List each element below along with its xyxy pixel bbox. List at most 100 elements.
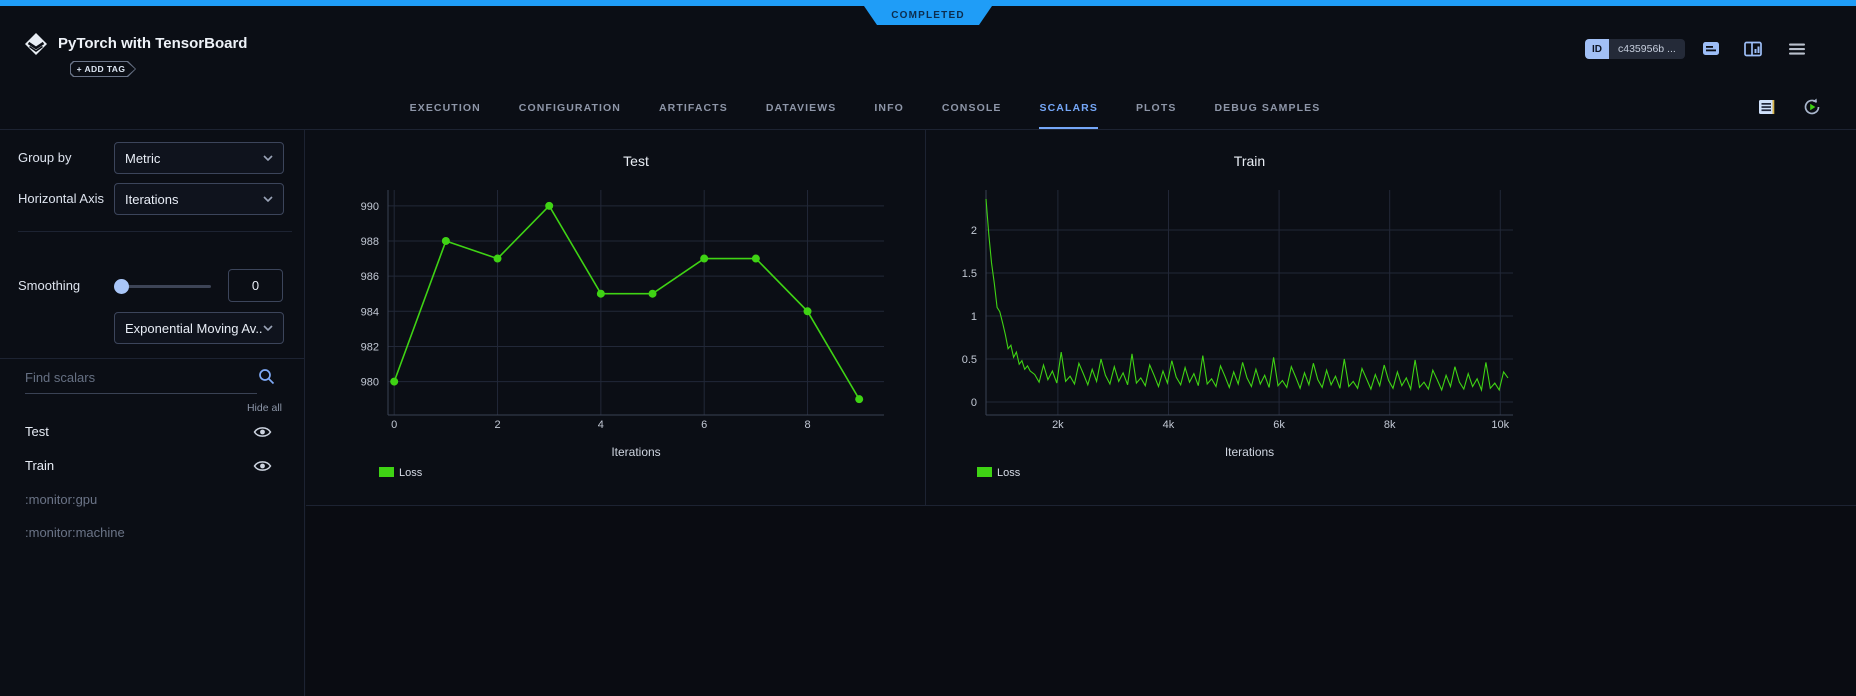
tab-artifacts[interactable]: ARTIFACTS — [659, 86, 728, 129]
x-tick-label: 10k — [1491, 419, 1509, 431]
metric-row-monitor-machine[interactable]: :monitor:machine — [0, 522, 304, 546]
metric-label: :monitor:gpu — [25, 492, 97, 507]
horizontal-axis-label: Horizontal Axis — [18, 191, 104, 206]
app-logo-icon — [24, 32, 48, 56]
data-point[interactable] — [442, 237, 450, 245]
hide-all-button[interactable]: Hide all — [247, 402, 282, 414]
data-point[interactable] — [752, 255, 760, 263]
x-tick-label: 2k — [1052, 419, 1064, 431]
tab-plots[interactable]: PLOTS — [1136, 86, 1177, 129]
sidebar-divider — [0, 358, 304, 359]
chevron-down-icon — [263, 196, 273, 202]
y-tick-label: 980 — [361, 377, 379, 389]
legend-swatch[interactable] — [379, 467, 394, 477]
id-chip-value: c435956b ... — [1609, 39, 1685, 59]
smoothing-label: Smoothing — [18, 278, 80, 293]
legend-label[interactable]: Loss — [997, 467, 1021, 479]
x-tick-label: 4 — [598, 419, 604, 431]
chevron-down-icon — [263, 325, 273, 331]
tab-execution[interactable]: EXECUTION — [410, 86, 481, 129]
data-point[interactable] — [804, 307, 812, 315]
data-point[interactable] — [597, 290, 605, 298]
horizontal-axis-dropdown[interactable]: Iterations — [114, 183, 284, 215]
app-window: COMPLETED PyTorch with TensorBoard + ADD… — [0, 0, 1856, 696]
horizontal-axis-value: Iterations — [125, 192, 263, 207]
metric-label: :monitor:machine — [25, 525, 125, 540]
top-accent-bar — [0, 0, 1856, 6]
data-point[interactable] — [649, 290, 657, 298]
metric-label: Test — [25, 424, 49, 439]
y-tick-label: 1 — [971, 311, 977, 323]
loss-line — [394, 206, 859, 399]
sidebar-divider — [18, 231, 292, 232]
scalars-sidebar: Group by Metric Horizontal Axis Iteratio… — [0, 130, 305, 696]
y-tick-label: 0.5 — [962, 354, 977, 366]
x-axis-label: Iterations — [611, 445, 660, 459]
tab-scalars[interactable]: SCALARS — [1039, 86, 1097, 129]
eye-icon[interactable] — [253, 425, 272, 439]
metric-label: Train — [25, 458, 54, 473]
x-axis-label: Iterations — [1225, 445, 1274, 459]
eye-icon[interactable] — [253, 459, 272, 473]
chevron-down-icon — [263, 155, 273, 161]
y-tick-label: 984 — [361, 306, 379, 318]
details-panel-icon[interactable] — [1742, 38, 1764, 60]
refresh-icon[interactable] — [1802, 97, 1822, 117]
metric-row-test[interactable]: Test — [0, 421, 304, 445]
group-by-value: Metric — [125, 151, 263, 166]
train-chart[interactable]: 0 0.5 1 1.5 2 2k 4k 6k 8k 10k Train Iterations Loss — [926, 130, 1856, 505]
smoothing-type-dropdown[interactable]: Exponential Moving Av... — [114, 312, 284, 344]
chart-title: Test — [623, 153, 649, 169]
test-chart[interactable]: 98098298498698899002468TestIterationsLos… — [306, 130, 925, 505]
status-ribbon: COMPLETED — [864, 6, 992, 25]
id-chip-label: ID — [1585, 39, 1609, 59]
menu-icon[interactable] — [1786, 38, 1808, 60]
data-point[interactable] — [494, 255, 502, 263]
y-tick-label: 0 — [971, 397, 977, 409]
tabs-group: EXECUTION CONFIGURATION ARTIFACTS DATAVI… — [305, 86, 1425, 129]
x-tick-label: 0 — [391, 419, 397, 431]
comments-icon[interactable] — [1700, 38, 1722, 60]
x-tick-label: 8 — [804, 419, 810, 431]
legend-swatch[interactable] — [977, 467, 992, 477]
tab-debug-samples[interactable]: DEBUG SAMPLES — [1214, 86, 1320, 129]
y-tick-label: 982 — [361, 341, 379, 353]
smoothing-type-value: Exponential Moving Av... — [125, 321, 263, 336]
data-point[interactable] — [390, 378, 398, 386]
id-chip[interactable]: ID c435956b ... — [1585, 39, 1685, 59]
metric-row-monitor-gpu[interactable]: :monitor:gpu — [0, 489, 304, 513]
tab-configuration[interactable]: CONFIGURATION — [519, 86, 621, 129]
x-tick-label: 6 — [701, 419, 707, 431]
smoothing-slider[interactable] — [116, 285, 211, 288]
chart-title: Train — [1234, 153, 1265, 169]
empty-area — [306, 506, 1856, 696]
search-input[interactable] — [25, 366, 257, 394]
smoothing-value-input[interactable] — [228, 269, 283, 302]
y-tick-label: 986 — [361, 271, 379, 283]
x-tick-label: 6k — [1273, 419, 1285, 431]
status-text: COMPLETED — [891, 10, 965, 21]
metric-row-train[interactable]: Train — [0, 455, 304, 479]
add-tag-label: + ADD TAG — [77, 64, 130, 74]
y-tick-label: 990 — [361, 201, 379, 213]
group-by-label: Group by — [18, 150, 71, 165]
data-point[interactable] — [855, 395, 863, 403]
group-by-dropdown[interactable]: Metric — [114, 142, 284, 174]
charts-area: 98098298498698899002468TestIterationsLos… — [306, 130, 1856, 696]
data-point[interactable] — [545, 202, 553, 210]
x-tick-label: 8k — [1384, 419, 1396, 431]
add-tag-button[interactable]: + ADD TAG — [70, 61, 136, 77]
search-icon[interactable] — [258, 368, 275, 385]
table-view-icon[interactable] — [1757, 97, 1777, 117]
x-tick-label: 2 — [494, 419, 500, 431]
data-point[interactable] — [700, 255, 708, 263]
legend-label[interactable]: Loss — [399, 467, 423, 479]
tab-console[interactable]: CONSOLE — [942, 86, 1002, 129]
slider-thumb[interactable] — [114, 279, 129, 294]
loss-line — [986, 199, 1508, 390]
tab-info[interactable]: INFO — [874, 86, 903, 129]
x-tick-label: 4k — [1163, 419, 1175, 431]
y-tick-label: 2 — [971, 225, 977, 237]
y-tick-label: 1.5 — [962, 268, 977, 280]
tab-dataviews[interactable]: DATAVIEWS — [766, 86, 837, 129]
